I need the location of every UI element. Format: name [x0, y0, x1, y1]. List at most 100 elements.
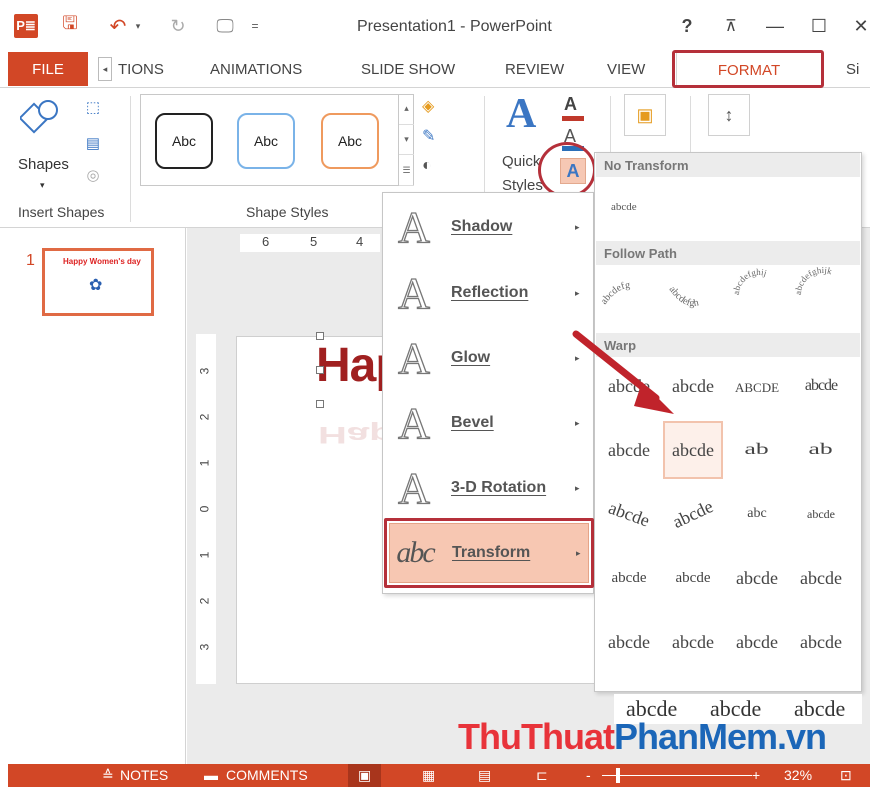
- warp-option[interactable]: ab: [791, 421, 851, 479]
- shape-style-swatch[interactable]: Abc: [155, 113, 213, 169]
- gallery-scroll-down-icon[interactable]: ▾: [399, 125, 414, 156]
- transform-highlight: [384, 518, 594, 588]
- undo-icon[interactable]: ↶: [106, 14, 130, 38]
- warp-option[interactable]: abcde: [791, 357, 851, 415]
- comments-icon[interactable]: ▬: [204, 767, 218, 783]
- menu-item-glow[interactable]: A Glow ▸: [389, 328, 589, 388]
- window-title: Presentation1 - PowerPoint: [357, 18, 552, 35]
- watermark-logo: ThuThuatPhanMem.vn: [458, 716, 827, 758]
- zoom-out-button[interactable]: -: [586, 767, 591, 783]
- shape-effects-icon[interactable]: ◐: [422, 154, 466, 178]
- ruler-label: 2: [197, 597, 212, 605]
- vertical-ruler: 3 2 1 0 1 2 3: [196, 334, 216, 684]
- customize-qat-icon[interactable]: =: [248, 14, 262, 38]
- no-transform-option[interactable]: abcde: [611, 201, 637, 213]
- reading-view-icon[interactable]: ▤: [478, 767, 491, 784]
- size-icon[interactable]: ↕: [708, 94, 750, 136]
- follow-path-arch-up-option[interactable]: abcdefg: [599, 265, 659, 325]
- gallery-scroll-up-icon[interactable]: ▴: [399, 94, 414, 125]
- warp-option[interactable]: abcde: [663, 549, 723, 607]
- warp-option[interactable]: abcde: [599, 485, 659, 543]
- ruler-label: 1: [197, 459, 212, 467]
- minimize-button[interactable]: —: [760, 14, 790, 38]
- tab-view[interactable]: VIEW: [607, 52, 645, 86]
- shape-style-swatch[interactable]: Abc: [321, 113, 379, 169]
- shapes-button[interactable]: Shapes ▾: [12, 96, 78, 192]
- menu-item-label: Shadow: [451, 218, 513, 235]
- warp-option[interactable]: abcde: [663, 421, 723, 479]
- quick-styles-icon[interactable]: A: [506, 90, 552, 140]
- menu-item-shadow[interactable]: A Shadow ▸: [389, 197, 589, 257]
- merge-shapes-icon[interactable]: ◎: [78, 164, 108, 186]
- 3d-rotation-icon: A: [397, 463, 430, 513]
- save-icon[interactable]: 🖫: [58, 13, 82, 38]
- selection-handle[interactable]: [316, 366, 324, 374]
- warp-option[interactable]: abcde: [791, 613, 851, 671]
- shape-style-swatch[interactable]: Abc: [237, 113, 295, 169]
- start-from-beginning-icon[interactable]: 🖵: [212, 14, 238, 38]
- tab-review[interactable]: REVIEW: [505, 52, 564, 86]
- fit-to-window-icon[interactable]: ⊡: [840, 767, 852, 784]
- notes-icon[interactable]: ≙: [102, 767, 114, 784]
- zoom-in-button[interactable]: +: [752, 767, 760, 783]
- tab-sign-in-partial[interactable]: Si: [846, 52, 859, 86]
- shape-outline-icon[interactable]: ✎: [422, 124, 466, 148]
- zoom-level[interactable]: 32%: [784, 767, 812, 783]
- warp-option[interactable]: abcde: [791, 549, 851, 607]
- normal-view-icon[interactable]: ▣: [348, 764, 382, 787]
- tab-scroll-left-button[interactable]: ◂: [98, 57, 112, 81]
- help-button[interactable]: ?: [672, 14, 702, 38]
- shapes-dropdown-icon: ▾: [40, 180, 45, 190]
- tab-file[interactable]: FILE: [8, 52, 88, 86]
- follow-path-button-option[interactable]: abcdefghijk: [793, 265, 853, 325]
- follow-path-circle-option[interactable]: abcdefghij: [729, 265, 789, 325]
- warp-option[interactable]: abcde: [663, 485, 723, 543]
- warp-option[interactable]: abcde: [727, 549, 787, 607]
- shape-fill-icon[interactable]: ◈: [422, 94, 466, 118]
- shapes-icon: [20, 100, 58, 134]
- warp-option[interactable]: abcde: [599, 613, 659, 671]
- redo-icon[interactable]: ↻: [166, 14, 190, 38]
- ribbon-display-options-button[interactable]: ⊼: [716, 14, 746, 38]
- warp-option[interactable]: abcde: [663, 613, 723, 671]
- warp-option[interactable]: abcde: [727, 357, 787, 415]
- zoom-slider-thumb[interactable]: [616, 768, 620, 783]
- zoom-slider[interactable]: [602, 775, 752, 776]
- ruler-label: 5: [310, 234, 318, 249]
- gallery-scroll: ▴ ▾ ☰: [398, 94, 414, 187]
- undo-dropdown-icon[interactable]: ▾: [132, 14, 144, 38]
- warp-option[interactable]: abcde: [599, 421, 659, 479]
- warp-option[interactable]: abcde: [599, 549, 659, 607]
- ruler-label: 0: [197, 505, 212, 513]
- menu-item-3d-rotation[interactable]: A 3-D Rotation ▸: [389, 458, 589, 518]
- menu-item-reflection[interactable]: A Reflection ▸: [389, 263, 589, 323]
- format-tab-highlight: [672, 50, 824, 88]
- comments-button[interactable]: COMMENTS: [226, 767, 308, 783]
- text-fill-icon[interactable]: A: [564, 94, 577, 115]
- tab-slide-show[interactable]: SLIDE SHOW: [361, 52, 455, 86]
- watermark-part-3: .vn: [777, 716, 827, 757]
- slide-thumbnail[interactable]: Happy Women's day ✿: [42, 248, 154, 316]
- maximize-button[interactable]: ☐: [804, 14, 834, 38]
- warp-option[interactable]: ab: [727, 421, 787, 479]
- gallery-more-icon[interactable]: ☰: [399, 155, 414, 187]
- tab-transitions-partial[interactable]: TIONS: [118, 52, 164, 86]
- notes-button[interactable]: NOTES: [120, 767, 168, 783]
- text-box-icon[interactable]: ▤: [78, 132, 108, 154]
- glow-icon: A: [397, 333, 430, 383]
- menu-item-label: 3-D Rotation: [451, 479, 547, 496]
- selection-handle[interactable]: [316, 400, 324, 408]
- edit-shape-icon[interactable]: ⬚: [78, 96, 108, 118]
- tab-animations[interactable]: ANIMATIONS: [210, 52, 302, 86]
- menu-item-bevel[interactable]: A Bevel ▸: [389, 393, 589, 453]
- warp-option[interactable]: abcde: [791, 485, 851, 543]
- selection-handle[interactable]: [316, 332, 324, 340]
- arrange-icon[interactable]: ▣: [624, 94, 666, 136]
- warp-option[interactable]: abcde: [727, 613, 787, 671]
- slide-show-view-icon[interactable]: ⊏: [536, 767, 548, 784]
- warp-option[interactable]: abc: [727, 485, 787, 543]
- follow-path-text: abcdefgh: [667, 284, 700, 309]
- follow-path-arch-down-option[interactable]: abcdefgh: [663, 265, 723, 325]
- slide-sorter-icon[interactable]: ▦: [422, 767, 435, 784]
- close-button[interactable]: ✕: [846, 14, 870, 38]
